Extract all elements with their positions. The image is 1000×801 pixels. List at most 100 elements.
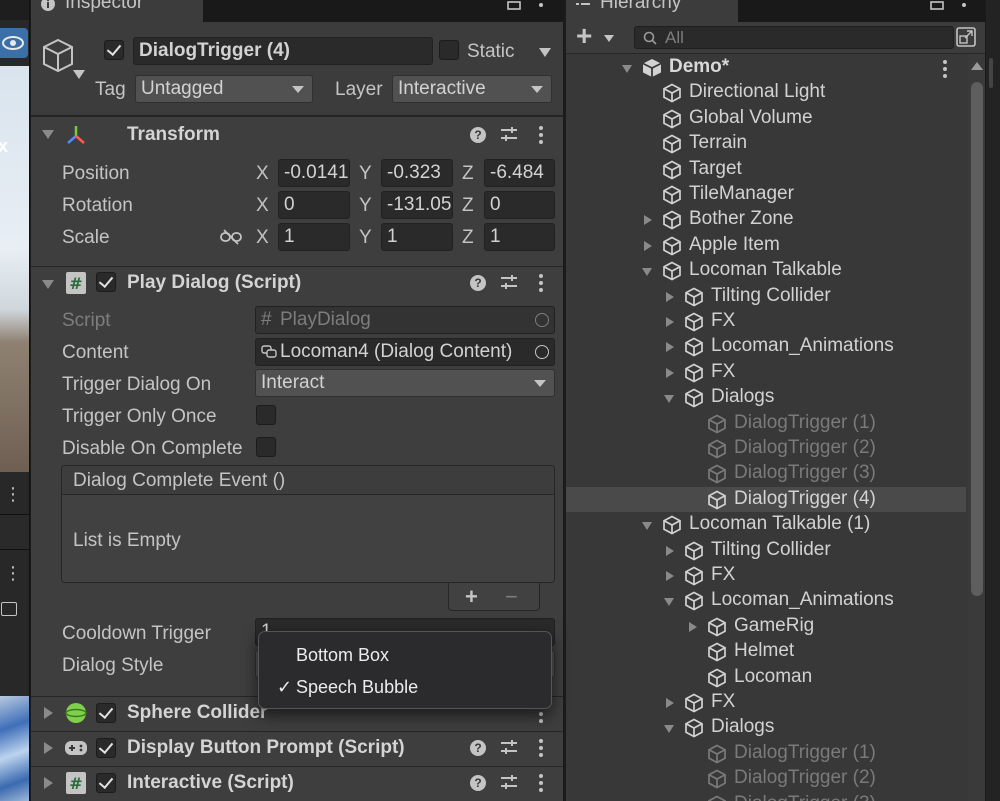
presets-icon[interactable] [500,126,518,142]
component-menu-icon[interactable] [539,739,543,760]
tab-inspector[interactable]: Inspector [31,0,203,22]
scene-menu-icon[interactable] [943,60,947,81]
game-viewport[interactable] [0,696,29,801]
hierarchy-item[interactable]: Locoman Talkable (1) [566,512,966,537]
lock-icon[interactable] [928,0,946,10]
rotation-z-field[interactable]: 0 [484,191,555,219]
tag-dropdown[interactable]: Untagged [135,75,313,103]
collapsed-arrow-icon[interactable] [666,317,674,327]
hierarchy-item[interactable]: Directional Light [566,80,966,105]
collapsed-arrow-icon[interactable] [666,545,674,556]
trigger-once-checkbox[interactable] [256,405,276,425]
hierarchy-item[interactable]: FX [566,360,966,385]
object-name-field[interactable]: DialogTrigger (4) [133,37,433,65]
help-icon[interactable]: ? [470,775,486,791]
hierarchy-item[interactable]: GameRig [566,614,966,639]
layer-dropdown[interactable]: Interactive [392,75,552,103]
scale-x-field[interactable]: 1 [278,223,350,251]
scroll-thumb[interactable] [971,82,983,596]
hierarchy-item[interactable]: Global Volume [566,106,966,131]
sphere-collider-foldout[interactable] [44,707,53,719]
presets-icon[interactable] [500,774,518,790]
component-menu-icon[interactable] [539,126,543,147]
hierarchy-item[interactable]: TileManager [566,182,966,207]
hierarchy-item[interactable]: Locoman_Animations [566,588,966,613]
play-dialog-foldout[interactable] [42,280,54,289]
option-bottom-box[interactable]: Bottom Box [259,640,551,670]
hierarchy-item[interactable]: DialogTrigger (2) [566,766,966,791]
create-button[interactable]: + [576,20,592,52]
trigger-on-dropdown[interactable]: Interact [255,369,555,397]
expanded-arrow-icon[interactable] [622,65,632,73]
position-y-field[interactable]: -0.323 [381,159,453,187]
collapsed-arrow-icon[interactable] [666,367,674,378]
expanded-arrow-icon[interactable] [664,598,674,607]
display-button-prompt-foldout[interactable] [44,742,53,754]
collapsed-arrow-icon[interactable] [666,342,674,353]
collapsed-arrow-icon[interactable] [666,571,674,581]
hierarchy-item[interactable]: Dialogs [566,385,966,410]
scene-viewport[interactable]: x [0,66,29,472]
scale-z-field[interactable]: 1 [484,223,555,251]
more-options-icon[interactable] [539,0,543,10]
interactive-foldout[interactable] [44,777,53,789]
play-dialog-enabled[interactable] [96,272,116,292]
hierarchy-item[interactable]: DialogTrigger (3) [566,461,966,486]
hierarchy-item[interactable]: DialogTrigger (2) [566,436,966,461]
component-menu-icon[interactable] [539,774,543,795]
hierarchy-item[interactable]: DialogTrigger (4) [566,486,966,513]
tab-hierarchy[interactable]: Hierarchy [566,0,738,22]
collapsed-arrow-icon[interactable] [689,621,697,632]
collapsed-arrow-icon[interactable] [666,698,674,708]
hierarchy-item[interactable]: Helmet [566,639,966,664]
active-checkbox[interactable] [104,40,124,60]
rotation-x-field[interactable]: 0 [278,191,350,219]
interactive-enabled[interactable] [96,773,116,793]
icon-picker-dropdown[interactable] [73,70,85,79]
hierarchy-item[interactable]: Tilting Collider [566,284,966,309]
scroll-up-arrow[interactable] [971,62,983,70]
search-input[interactable]: All [634,26,954,49]
hierarchy-item[interactable]: Terrain [566,131,966,156]
display-button-prompt-enabled[interactable] [96,738,116,758]
hierarchy-item[interactable]: DialogTrigger (1) [566,741,966,766]
hierarchy-item[interactable]: Target [566,157,966,182]
panel-scrollbar[interactable] [989,58,993,88]
sphere-collider-enabled[interactable] [96,703,116,723]
transform-foldout[interactable] [42,130,54,139]
lock-icon[interactable] [505,0,523,10]
expanded-arrow-icon[interactable] [664,395,674,404]
hierarchy-item[interactable]: Locoman_Animations [566,334,966,359]
constrain-proportions-icon[interactable] [220,229,242,245]
collapsed-arrow-icon[interactable] [644,215,652,226]
help-icon[interactable]: ? [470,275,486,291]
hierarchy-item[interactable]: Locoman [566,665,966,690]
create-dropdown-arrow[interactable] [604,35,614,42]
help-icon[interactable]: ? [470,740,486,756]
presets-icon[interactable] [500,739,518,755]
hierarchy-item[interactable]: FX [566,690,966,715]
more-options-icon[interactable] [962,0,966,10]
component-menu-icon[interactable] [539,274,543,295]
hierarchy-item[interactable]: DialogTrigger (3) [566,792,966,801]
hierarchy-item[interactable]: DialogTrigger (1) [566,411,966,436]
hierarchy-item[interactable]: FX [566,563,966,588]
scene-visibility-icon[interactable] [956,27,976,47]
rotation-y-field[interactable]: -131.05 [381,191,453,219]
object-picker-icon[interactable] [535,345,549,359]
hierarchy-item[interactable]: Tilting Collider [566,538,966,563]
position-x-field[interactable]: -0.0141 [278,159,350,187]
collapsed-arrow-icon[interactable] [644,240,652,251]
keyboard-icon[interactable] [1,602,17,616]
position-z-field[interactable]: -6.484 [484,159,555,187]
visibility-toggle[interactable] [0,28,28,58]
hierarchy-item[interactable]: Bother Zone [566,207,966,232]
hierarchy-item[interactable]: Locoman Talkable [566,258,966,283]
more-options-icon[interactable]: ⋮ [4,484,22,505]
presets-icon[interactable] [500,274,518,290]
static-checkbox[interactable] [439,40,459,60]
static-dropdown-arrow[interactable] [539,48,551,57]
help-icon[interactable]: ? [470,127,486,143]
disable-complete-checkbox[interactable] [256,437,276,457]
hierarchy-item[interactable]: FX [566,309,966,334]
